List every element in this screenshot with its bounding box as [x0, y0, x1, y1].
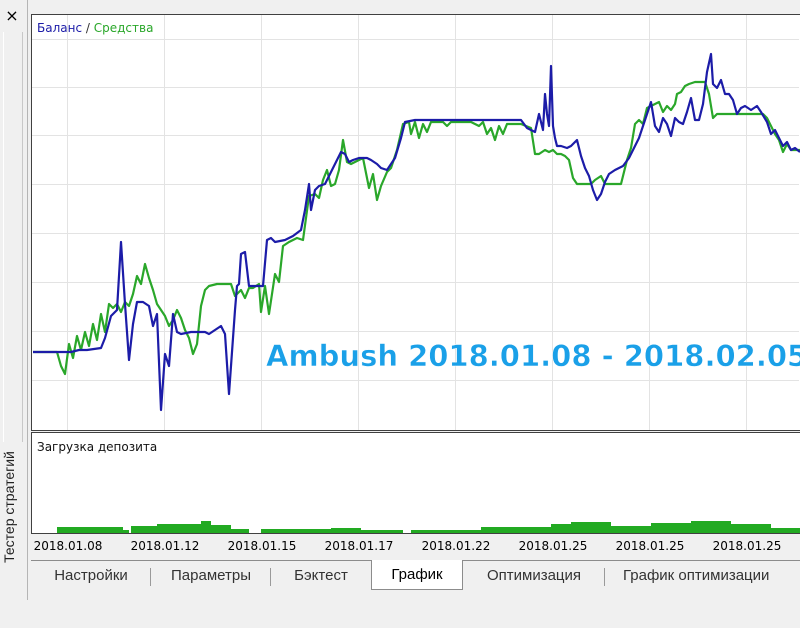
deposit-load-bar — [411, 530, 481, 533]
x-axis-labels: 2018.01.08 2018.01.12 2018.01.15 2018.01.17… — [34, 539, 800, 553]
tab-optimization-graph[interactable]: График оптимизации — [605, 563, 800, 589]
tab-settings[interactable]: Настройки — [31, 563, 151, 589]
deposit-load-bar — [57, 527, 123, 533]
deposit-load-bar — [611, 526, 651, 533]
deposit-load-bar — [481, 527, 551, 533]
deposit-load-bar — [551, 524, 571, 533]
deposit-load-bar — [571, 522, 611, 533]
x-axis-tick-label: 2018.01.17 — [325, 539, 394, 553]
chart-svg: Баланс / Средства Ambush 2018.01.08 - 20… — [31, 14, 800, 560]
tab-backtest[interactable]: Бэктест — [271, 563, 371, 589]
close-icon[interactable]: × — [4, 8, 20, 24]
deposit-load-label: Загрузка депозита — [37, 440, 157, 454]
x-axis-tick-label: 2018.01.15 — [228, 539, 297, 553]
x-axis-tick-label: 2018.01.22 — [422, 539, 491, 553]
chart-watermark: Ambush 2018.01.08 - 2018.02.05 E — [266, 339, 800, 373]
tab-graph[interactable]: График — [371, 560, 463, 590]
x-axis-tick-label: 2018.01.25 — [713, 539, 782, 553]
legend-separator: / — [82, 21, 94, 35]
deposit-load-bar — [231, 529, 249, 533]
deposit-load-bar — [691, 521, 731, 533]
panel-drag-handle[interactable] — [3, 32, 23, 442]
deposit-load-bar — [771, 528, 800, 533]
deposit-load-bar — [157, 524, 201, 533]
deposit-load-bar — [651, 523, 691, 533]
x-axis-tick-label: 2018.01.25 — [519, 539, 588, 553]
x-axis-tick-label: 2018.01.08 — [34, 539, 103, 553]
deposit-load-bar — [123, 530, 129, 533]
legend-equity: Средства — [94, 21, 154, 35]
panel-title: Тестер стратегий — [1, 386, 21, 628]
legend-balance: Баланс — [37, 21, 82, 35]
deposit-load-bar — [131, 526, 157, 533]
deposit-load-bar — [211, 525, 231, 533]
deposit-load-bar — [331, 528, 361, 533]
chart-legend: Баланс / Средства — [37, 21, 153, 35]
strategy-tester-panel: × Тестер стратегий — [0, 0, 28, 600]
tab-parameters[interactable]: Параметры — [151, 563, 271, 589]
deposit-load-bar — [201, 521, 211, 533]
tab-bar: Настройки Параметры Бэктест График Оптим… — [31, 560, 800, 595]
deposit-load-bar — [361, 530, 403, 533]
chart-area: Баланс / Средства Ambush 2018.01.08 - 20… — [31, 14, 800, 560]
tab-optimization[interactable]: Оптимизация — [463, 563, 605, 589]
deposit-load-bar — [261, 529, 331, 533]
x-axis-tick-label: 2018.01.25 — [616, 539, 685, 553]
x-axis-tick-label: 2018.01.12 — [131, 539, 200, 553]
deposit-load-bar — [731, 524, 771, 533]
